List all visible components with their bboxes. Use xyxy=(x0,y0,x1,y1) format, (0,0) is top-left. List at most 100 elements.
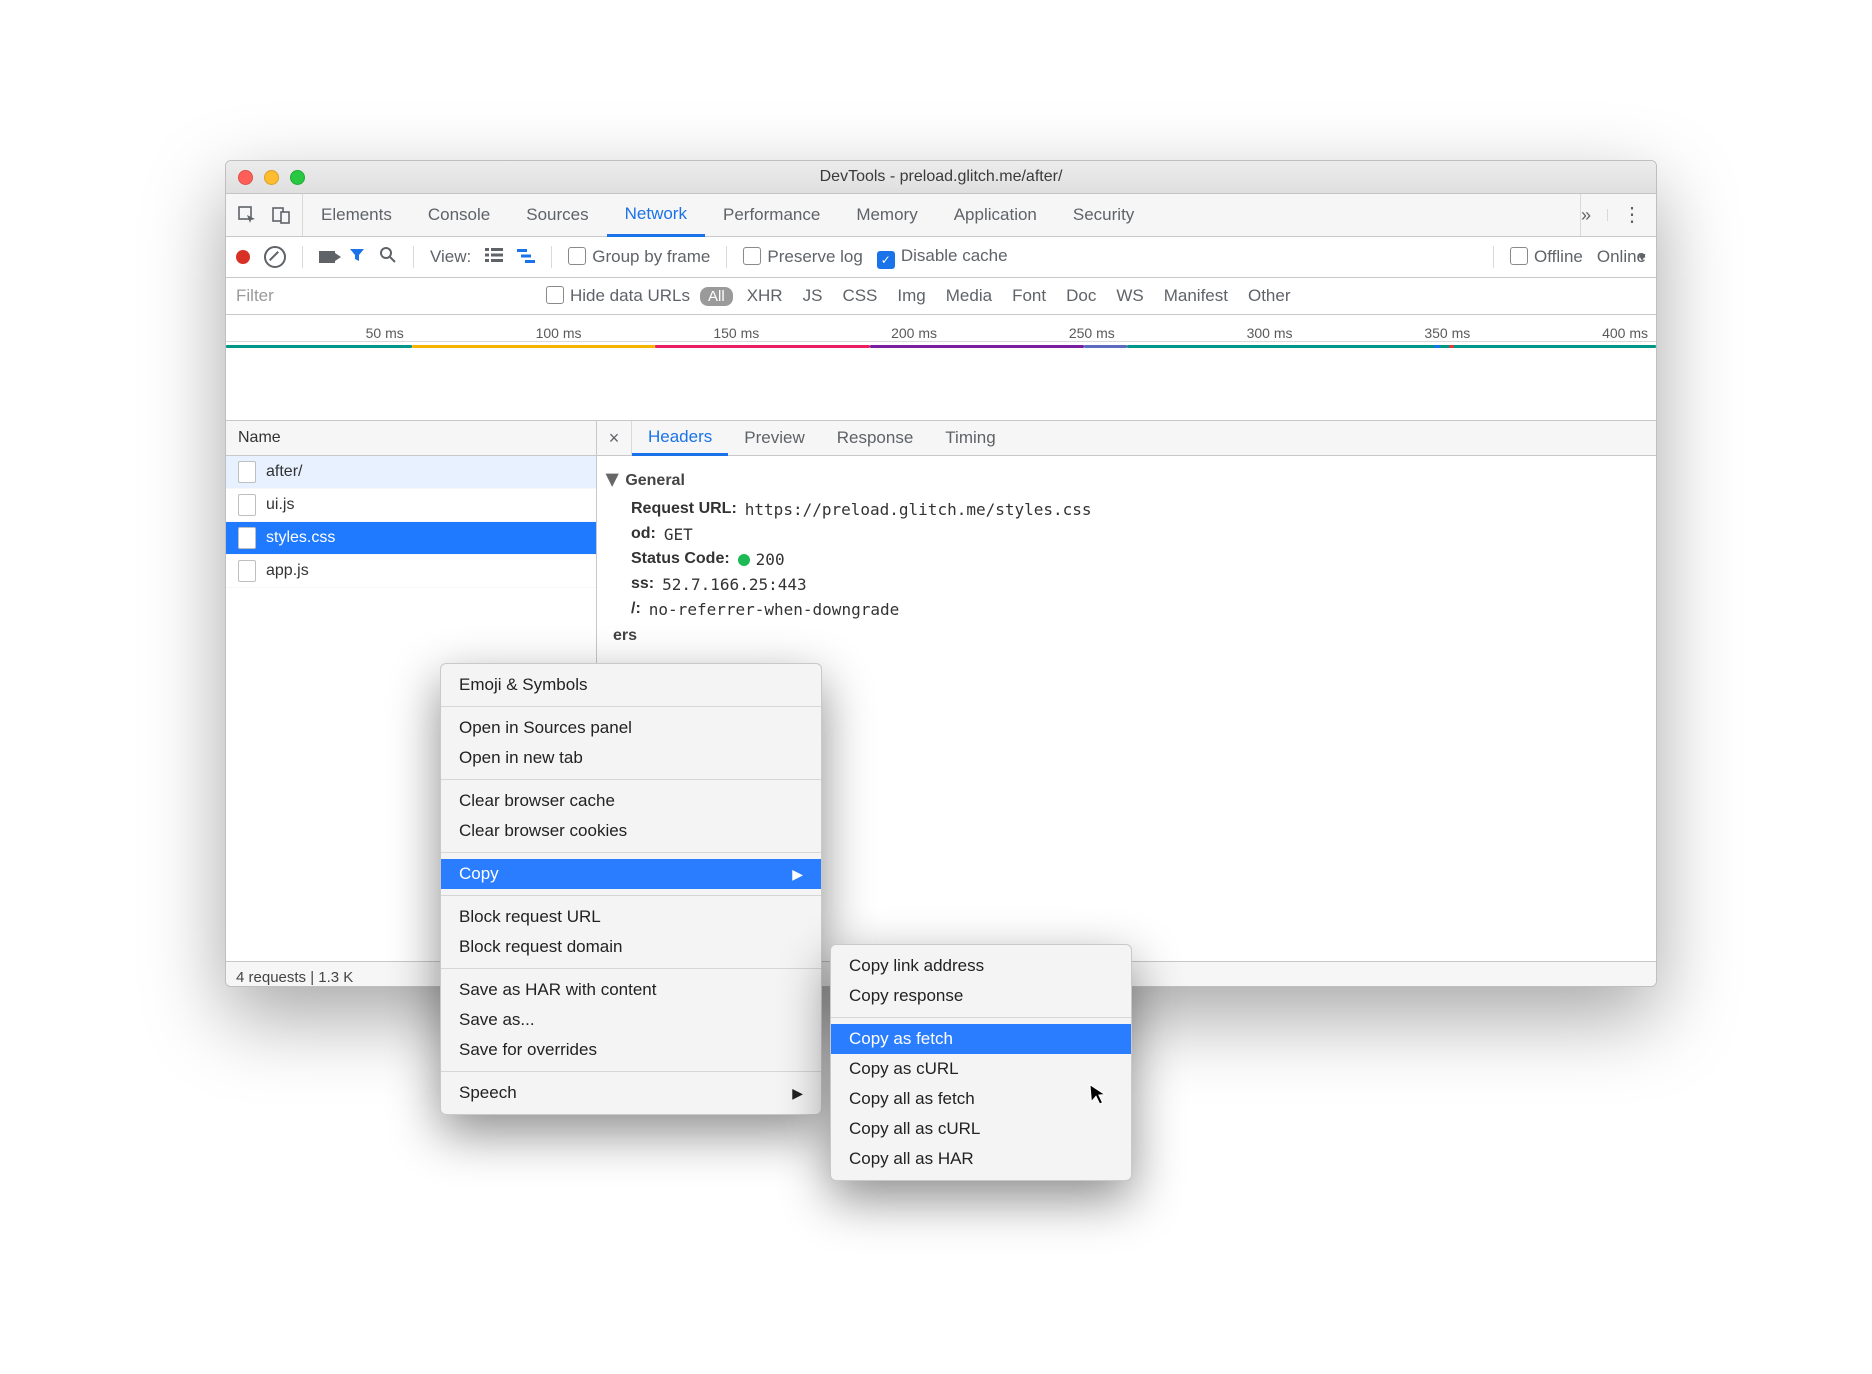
header-kv: /:no-referrer-when-downgrade xyxy=(607,600,1646,619)
details-tab-preview[interactable]: Preview xyxy=(728,421,820,455)
menu-item[interactable]: Clear browser cookies xyxy=(441,816,821,846)
menu-item[interactable]: Save as... xyxy=(441,1005,821,1035)
header-kv: Status Code:200 xyxy=(607,550,1646,569)
more-tabs-icon[interactable]: » xyxy=(1581,205,1591,226)
traffic-lights xyxy=(238,170,305,185)
tab-elements[interactable]: Elements xyxy=(303,194,410,236)
context-menu[interactable]: Emoji & Symbols Open in Sources panel Open… xyxy=(440,663,822,1115)
timeline-tick: 350 ms xyxy=(1297,325,1475,341)
menu-item-label: Copy all as fetch xyxy=(849,1089,975,1109)
menu-item[interactable]: Copy as cURL xyxy=(831,1054,1131,1084)
menu-item[interactable]: Copy▶ xyxy=(441,859,821,889)
request-row[interactable]: styles.css xyxy=(226,522,596,555)
capture-screenshots-icon[interactable] xyxy=(319,251,335,263)
menu-item-label: Open in new tab xyxy=(459,748,583,768)
preserve-log-checkbox[interactable]: Preserve log xyxy=(743,247,862,267)
tab-network[interactable]: Network xyxy=(607,194,705,237)
name-column-header[interactable]: Name xyxy=(226,421,596,456)
disable-cache-checkbox[interactable]: ✓Disable cache xyxy=(877,246,1008,269)
large-rows-icon[interactable] xyxy=(485,248,503,267)
menu-item-label: Copy all as HAR xyxy=(849,1149,974,1169)
menu-item-label: Save for overrides xyxy=(459,1040,597,1060)
menu-item[interactable]: Block request URL xyxy=(441,902,821,932)
menu-item[interactable]: Clear browser cache xyxy=(441,786,821,816)
group-by-frame-checkbox[interactable]: Group by frame xyxy=(568,247,710,267)
menu-item-label: Clear browser cookies xyxy=(459,821,627,841)
network-timeline[interactable]: 50 ms100 ms150 ms200 ms250 ms300 ms350 m… xyxy=(226,315,1656,421)
tab-application[interactable]: Application xyxy=(936,194,1055,236)
copy-submenu[interactable]: Copy link address Copy response Copy as fe… xyxy=(830,944,1132,1181)
filter-toggle-icon[interactable] xyxy=(349,247,365,268)
request-name: after/ xyxy=(266,463,302,481)
window-minimize-button[interactable] xyxy=(264,170,279,185)
filter-input[interactable]: Filter xyxy=(226,286,546,306)
network-toolbar: View: Group by frame Preserve log ✓Disab… xyxy=(226,237,1656,278)
filter-type-doc[interactable]: Doc xyxy=(1060,286,1102,306)
filter-type-all[interactable]: All xyxy=(700,287,733,306)
details-tab-timing[interactable]: Timing xyxy=(929,421,1011,455)
filter-type-xhr[interactable]: XHR xyxy=(741,286,789,306)
inspect-icon[interactable] xyxy=(238,206,256,224)
window-close-button[interactable] xyxy=(238,170,253,185)
device-toggle-icon[interactable] xyxy=(272,206,290,224)
menu-item-label: Copy response xyxy=(849,986,963,1006)
timeline-bar xyxy=(870,345,1085,348)
menu-item[interactable]: Speech▶ xyxy=(441,1078,821,1108)
tab-security[interactable]: Security xyxy=(1055,194,1152,236)
tab-performance[interactable]: Performance xyxy=(705,194,838,236)
search-icon[interactable] xyxy=(379,246,397,269)
window-titlebar: DevTools - preload.glitch.me/after/ xyxy=(226,161,1656,194)
view-label: View: xyxy=(430,247,471,267)
filter-type-js[interactable]: JS xyxy=(797,286,829,306)
header-value: GET xyxy=(664,525,693,544)
throttling-caret-icon[interactable]: ▼ xyxy=(1636,250,1648,264)
menu-item[interactable]: Save for overrides xyxy=(441,1035,821,1065)
hide-data-urls-checkbox[interactable]: Hide data URLs xyxy=(546,286,690,306)
filter-type-manifest[interactable]: Manifest xyxy=(1158,286,1234,306)
waterfall-icon[interactable] xyxy=(517,247,535,268)
menu-item[interactable]: Copy all as fetch xyxy=(831,1084,1131,1114)
tab-console[interactable]: Console xyxy=(410,194,508,236)
details-tab-response[interactable]: Response xyxy=(821,421,930,455)
timeline-tick: 100 ms xyxy=(408,325,586,341)
header-key: od: xyxy=(631,525,656,544)
menu-item-label: Save as... xyxy=(459,1010,535,1030)
tab-sources[interactable]: Sources xyxy=(508,194,606,236)
general-section[interactable]: ▶General xyxy=(607,470,1646,490)
menu-item[interactable]: Copy all as cURL xyxy=(831,1114,1131,1144)
offline-checkbox[interactable]: Offline xyxy=(1510,247,1583,267)
menu-item[interactable]: Copy as fetch xyxy=(831,1024,1131,1054)
filter-type-css[interactable]: CSS xyxy=(836,286,883,306)
details-tab-headers[interactable]: Headers xyxy=(632,421,728,456)
request-row[interactable]: ui.js xyxy=(226,489,596,522)
request-row[interactable]: app.js xyxy=(226,555,596,588)
kebab-menu-icon[interactable]: ⋮ xyxy=(1607,209,1642,221)
filter-type-media[interactable]: Media xyxy=(940,286,998,306)
menu-item[interactable]: Copy response xyxy=(831,981,1131,1011)
clear-button[interactable] xyxy=(264,246,286,268)
filter-type-font[interactable]: Font xyxy=(1006,286,1052,306)
menu-item[interactable]: Emoji & Symbols xyxy=(441,670,821,700)
menu-item[interactable]: Save as HAR with content xyxy=(441,975,821,1005)
menu-item-label: Clear browser cache xyxy=(459,791,615,811)
filter-type-other[interactable]: Other xyxy=(1242,286,1297,306)
response-headers-section[interactable]: ers xyxy=(607,627,1646,645)
window-zoom-button[interactable] xyxy=(290,170,305,185)
menu-item-label: Speech xyxy=(459,1083,517,1103)
menu-item[interactable]: Open in Sources panel xyxy=(441,713,821,743)
tab-memory[interactable]: Memory xyxy=(838,194,935,236)
menu-item[interactable]: Copy all as HAR xyxy=(831,1144,1131,1174)
record-button[interactable] xyxy=(236,250,250,264)
menu-item[interactable]: Open in new tab xyxy=(441,743,821,773)
file-icon xyxy=(238,527,256,549)
header-kv: od: GET xyxy=(607,525,1646,544)
menu-item-label: Copy as cURL xyxy=(849,1059,959,1079)
request-row[interactable]: after/ xyxy=(226,456,596,489)
menu-item[interactable]: Block request domain xyxy=(441,932,821,962)
filter-type-ws[interactable]: WS xyxy=(1110,286,1149,306)
submenu-arrow-icon: ▶ xyxy=(792,866,803,883)
close-details-button[interactable]: × xyxy=(597,421,632,455)
filter-type-img[interactable]: Img xyxy=(891,286,931,306)
file-icon xyxy=(238,560,256,582)
menu-item[interactable]: Copy link address xyxy=(831,951,1131,981)
